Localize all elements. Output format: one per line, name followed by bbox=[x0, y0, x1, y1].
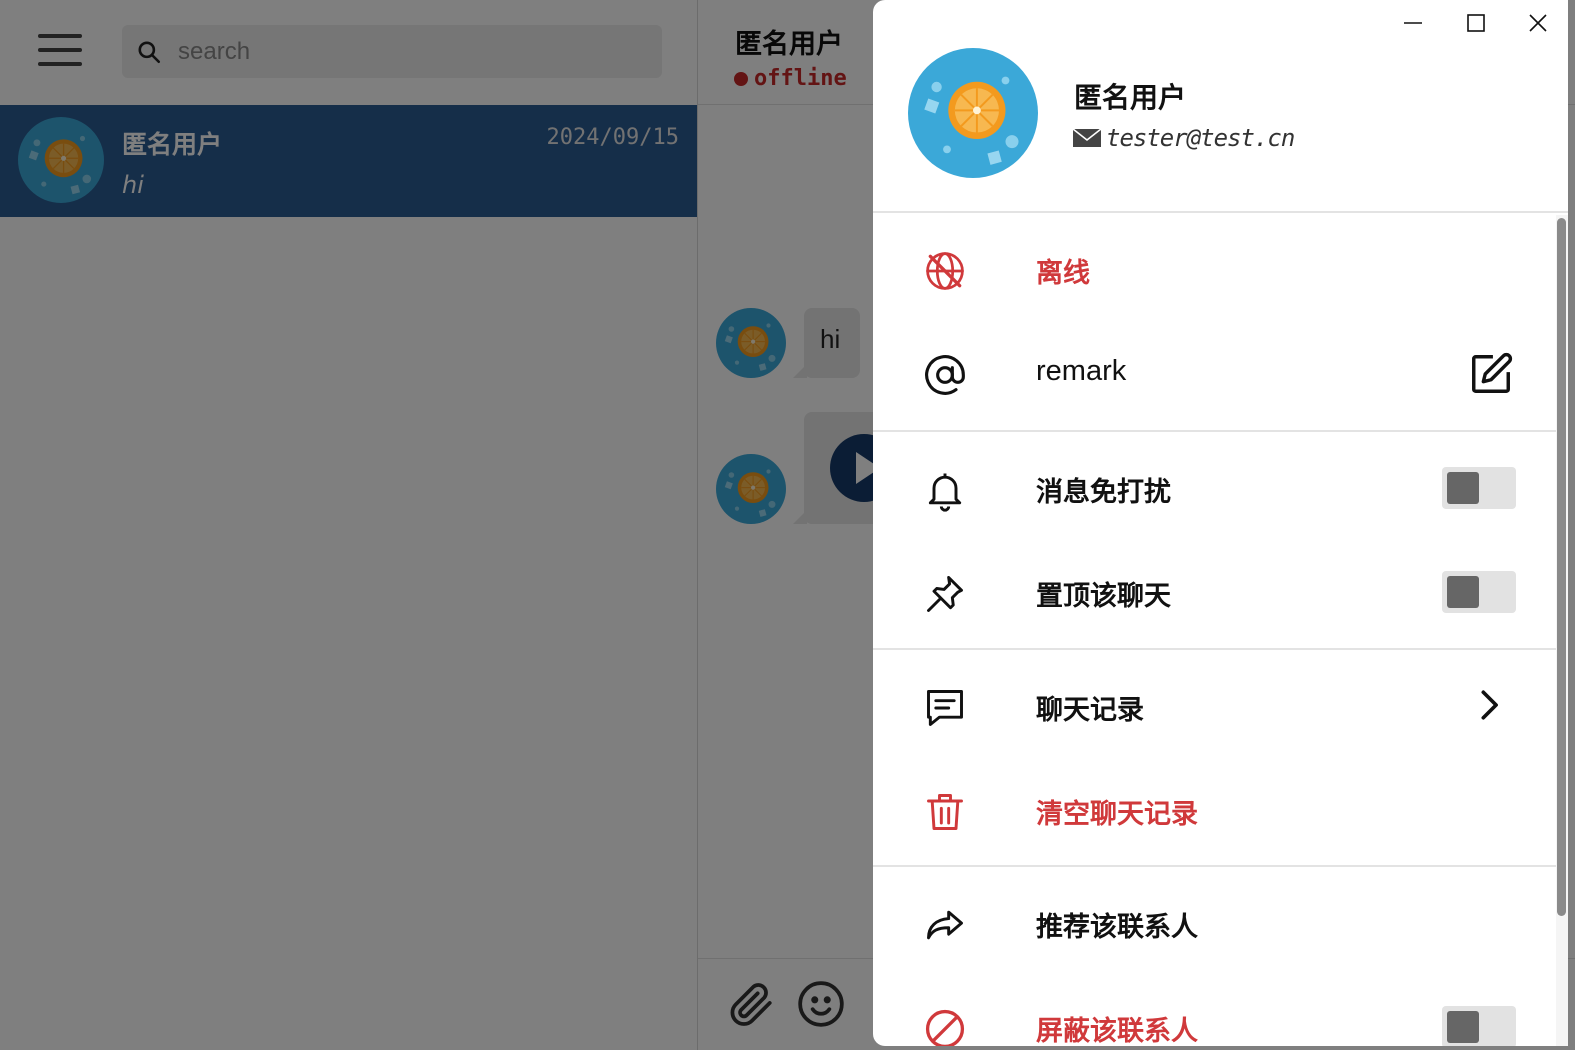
toggle-knob bbox=[1447, 576, 1479, 608]
chevron-right-icon bbox=[1481, 690, 1498, 720]
menu-item-block[interactable]: 屏蔽该联系人 bbox=[873, 975, 1556, 1046]
edit-icon[interactable] bbox=[1468, 351, 1514, 397]
menu-item-recommend[interactable]: 推荐该联系人 bbox=[873, 871, 1556, 975]
block-icon bbox=[925, 1009, 965, 1046]
menu-item-offline[interactable]: 离线 bbox=[873, 217, 1556, 321]
mail-icon bbox=[1072, 128, 1102, 147]
divider bbox=[873, 430, 1556, 432]
chat-history-icon bbox=[927, 690, 963, 726]
menu-item-remark[interactable]: remark bbox=[873, 321, 1556, 425]
share-icon bbox=[927, 910, 963, 940]
menu-item-mute[interactable]: 消息免打扰 bbox=[873, 436, 1556, 540]
mute-toggle[interactable] bbox=[1442, 467, 1516, 509]
menu-item-label: 离线 bbox=[1036, 258, 1090, 289]
at-icon bbox=[925, 355, 965, 395]
bell-icon bbox=[928, 473, 962, 512]
profile-email-text: tester@test.cn bbox=[1106, 124, 1295, 152]
profile-header: 匿名用户 tester@test.cn bbox=[873, 0, 1568, 213]
scrollbar-thumb[interactable] bbox=[1557, 218, 1566, 916]
app-window: 匿名用户 2024/09/15 hi 匿名用户 offline hi bbox=[0, 0, 1575, 1050]
menu-item-label: 屏蔽该联系人 bbox=[1036, 1016, 1198, 1046]
pin-icon bbox=[927, 576, 963, 612]
menu-item-label: remark bbox=[1036, 355, 1127, 387]
divider bbox=[873, 648, 1556, 650]
menu-item-label: 消息免打扰 bbox=[1036, 477, 1171, 508]
trash-icon bbox=[927, 794, 963, 830]
toggle-knob bbox=[1447, 1011, 1479, 1043]
profile-avatar[interactable] bbox=[908, 48, 1038, 178]
toggle-knob bbox=[1447, 472, 1479, 504]
menu-item-label: 聊天记录 bbox=[1036, 695, 1144, 726]
menu-item-pin[interactable]: 置顶该聊天 bbox=[873, 540, 1556, 644]
offline-globe-icon bbox=[926, 252, 964, 290]
divider bbox=[873, 865, 1556, 867]
profile-email: tester@test.cn bbox=[1072, 124, 1295, 152]
profile-name: 匿名用户 bbox=[1074, 81, 1187, 114]
menu-item-label: 推荐该联系人 bbox=[1036, 912, 1198, 943]
contact-detail-panel: 匿名用户 tester@test.cn 离线 remark 消息免打扰 置顶该聊… bbox=[873, 0, 1568, 1046]
menu-item-label: 清空聊天记录 bbox=[1036, 799, 1198, 830]
menu-item-label: 置顶该聊天 bbox=[1036, 581, 1171, 612]
block-toggle[interactable] bbox=[1442, 1006, 1516, 1046]
menu-item-chat-history[interactable]: 聊天记录 bbox=[873, 654, 1556, 758]
pin-toggle[interactable] bbox=[1442, 571, 1516, 613]
menu-item-clear-history[interactable]: 清空聊天记录 bbox=[873, 758, 1556, 862]
